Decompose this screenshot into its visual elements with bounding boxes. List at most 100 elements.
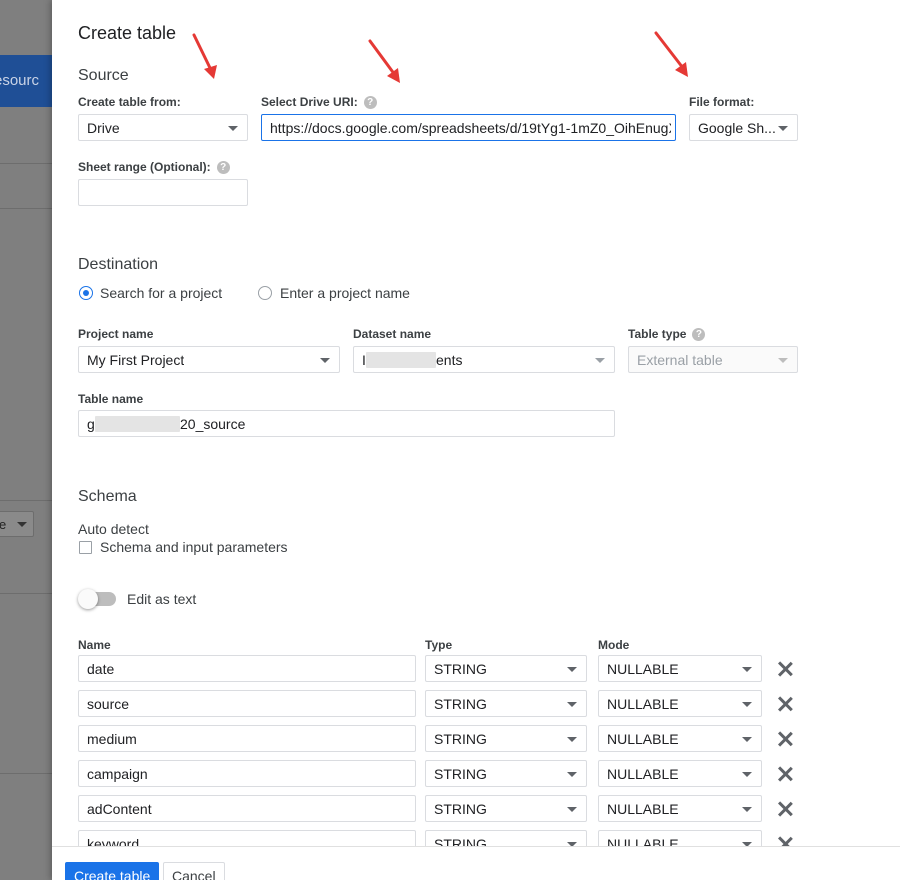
table-type-label-text: Table type	[628, 327, 687, 341]
help-icon[interactable]: ?	[363, 95, 377, 109]
dataset-name-value: ents	[436, 352, 463, 368]
caret-down-icon	[742, 667, 752, 672]
help-icon[interactable]: ?	[216, 160, 230, 174]
field-name-input[interactable]: adContent	[78, 795, 416, 822]
field-mode-value: NULLABLE	[607, 766, 679, 782]
help-icon[interactable]: ?	[692, 327, 706, 341]
sheet-range-label: Sheet range (Optional):?	[78, 160, 230, 174]
dataset-name-select[interactable]: I ents	[353, 346, 615, 373]
caret-down-icon	[778, 126, 788, 131]
file-format-value: Google Sh...	[698, 120, 776, 136]
field-mode-value: NULLABLE	[607, 731, 679, 747]
table-type-label: Table type?	[628, 327, 706, 341]
red-arrow-icon	[654, 31, 688, 77]
table-name-prefix: g	[87, 416, 95, 432]
drive-uri-label: Select Drive URI:?	[261, 95, 377, 109]
close-icon[interactable]	[778, 767, 792, 781]
field-name-input[interactable]: source	[78, 690, 416, 717]
backdrop-select-text: e	[0, 517, 7, 532]
backdrop-select: e	[0, 511, 34, 537]
schema-heading: Schema	[78, 488, 137, 505]
field-mode-select[interactable]: NULLABLE	[598, 760, 762, 787]
table-name-value: 20_source	[180, 416, 246, 432]
backdrop-header-text: esourc	[0, 72, 40, 89]
caret-down-icon	[742, 702, 752, 707]
file-format-label-text: File format:	[689, 95, 755, 109]
backdrop-divider	[0, 500, 52, 501]
edit-as-text-label: Edit as text	[127, 591, 197, 607]
radio-search-label[interactable]: Search for a project	[100, 285, 222, 301]
close-icon[interactable]	[778, 732, 792, 746]
caret-down-icon	[320, 358, 330, 363]
project-name-select[interactable]: My First Project	[78, 346, 340, 373]
backdrop-header-bar: esourc	[0, 55, 52, 107]
table-name-label: Table name	[78, 392, 143, 406]
field-mode-select[interactable]: NULLABLE	[598, 690, 762, 717]
file-format-label: File format:	[689, 95, 754, 109]
field-type-select[interactable]: STRING	[425, 655, 587, 682]
field-name-value: source	[87, 696, 130, 712]
cancel-button[interactable]: Cancel	[163, 862, 225, 880]
field-mode-value: NULLABLE	[607, 801, 679, 817]
field-mode-select[interactable]: NULLABLE	[598, 795, 762, 822]
caret-down-icon	[778, 358, 788, 363]
field-mode-select[interactable]: NULLABLE	[598, 655, 762, 682]
toggle-thumb[interactable]	[78, 589, 98, 609]
create-table-button[interactable]: Create table	[65, 862, 160, 880]
create-from-value: Drive	[87, 120, 120, 136]
backdrop-divider	[0, 208, 52, 209]
field-mode-select[interactable]: NULLABLE	[598, 725, 762, 752]
field-mode-value: NULLABLE	[607, 696, 679, 712]
field-type-value: STRING	[434, 661, 487, 677]
project-name-label-text: Project name	[78, 327, 154, 341]
field-type-value: STRING	[434, 801, 487, 817]
project-name-label: Project name	[78, 327, 153, 341]
project-name-value: My First Project	[87, 352, 185, 368]
drive-uri-value: https://docs.google.com/spreadsheets/d/1…	[270, 120, 671, 136]
field-type-value: STRING	[434, 731, 487, 747]
create-from-select[interactable]: Drive	[78, 114, 248, 141]
radio-enter-project[interactable]	[258, 286, 272, 300]
field-name-input[interactable]: campaign	[78, 760, 416, 787]
field-mode-value: NULLABLE	[607, 661, 679, 677]
backdrop-divider	[0, 773, 52, 774]
caret-down-icon	[17, 522, 27, 527]
radio-search-project[interactable]	[79, 286, 93, 300]
field-type-select[interactable]: STRING	[425, 690, 587, 717]
drive-uri-input[interactable]: https://docs.google.com/spreadsheets/d/1…	[261, 114, 676, 141]
sheet-range-label-text: Sheet range (Optional):	[78, 160, 211, 174]
field-name-value: medium	[87, 731, 137, 747]
field-type-value: STRING	[434, 696, 487, 712]
field-name-input[interactable]: medium	[78, 725, 416, 752]
sheet-range-input[interactable]	[78, 179, 248, 206]
table-name-label-text: Table name	[78, 392, 144, 406]
schema-field-row: date STRING NULLABLE	[78, 655, 818, 690]
table-name-input[interactable]: g 20_source	[78, 410, 615, 437]
field-type-select[interactable]: STRING	[425, 760, 587, 787]
schema-field-row: adContent STRING NULLABLE	[78, 795, 818, 830]
panel-footer: Create table Cancel	[52, 846, 900, 880]
caret-down-icon	[567, 702, 577, 707]
dataset-name-label: Dataset name	[353, 327, 431, 341]
file-format-select[interactable]: Google Sh...	[689, 114, 798, 141]
field-type-select[interactable]: STRING	[425, 795, 587, 822]
red-arrow-icon	[368, 39, 400, 83]
field-type-select[interactable]: STRING	[425, 725, 587, 752]
field-name-value: campaign	[87, 766, 148, 782]
field-name-value: date	[87, 661, 115, 677]
create-from-label-text: Create table from:	[78, 95, 181, 109]
schema-autodetect-label[interactable]: Schema and input parameters	[100, 539, 288, 555]
backdrop-overlay[interactable]: esourc e	[0, 0, 52, 880]
close-icon[interactable]	[778, 697, 792, 711]
column-header-type: Type	[425, 638, 453, 652]
schema-autodetect-checkbox[interactable]	[79, 541, 92, 554]
close-icon[interactable]	[778, 662, 792, 676]
close-icon[interactable]	[778, 802, 792, 816]
field-name-input[interactable]: date	[78, 655, 416, 682]
dataset-name-label-text: Dataset name	[353, 327, 432, 341]
caret-down-icon	[228, 126, 238, 131]
radio-enter-label[interactable]: Enter a project name	[280, 285, 410, 301]
caret-down-icon	[742, 737, 752, 742]
caret-down-icon	[567, 667, 577, 672]
auto-detect-label: Auto detect	[78, 521, 149, 537]
